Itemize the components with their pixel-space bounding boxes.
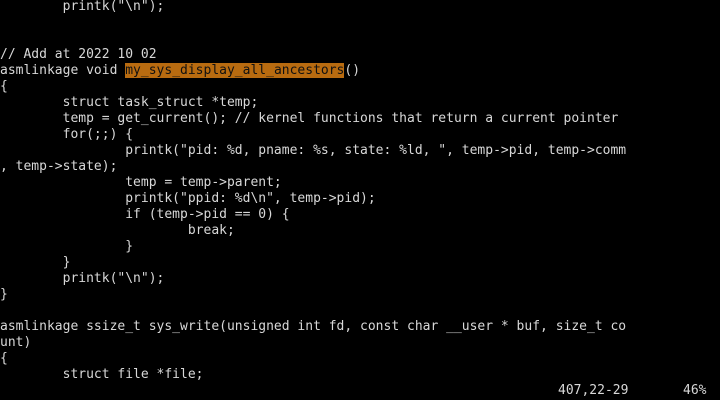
code-line: for(;;) { bbox=[0, 127, 134, 142]
code-line: } bbox=[0, 287, 8, 302]
code-line: temp = temp->parent; bbox=[0, 175, 282, 190]
code-line: } bbox=[0, 239, 134, 254]
vim-status-line: 407,22-29 46% bbox=[0, 383, 720, 399]
code-line: { bbox=[0, 79, 8, 94]
code-line: printk("ppid: %d\n", temp->pid); bbox=[0, 191, 376, 206]
code-line: printk("pid: %d, pname: %s, state: %ld, … bbox=[0, 143, 627, 158]
code-line: unt) bbox=[0, 335, 32, 350]
code-line: struct file *file; bbox=[0, 367, 204, 382]
code-line: printk("\n"); bbox=[0, 271, 165, 286]
vim-terminal[interactable]: printk("\n"); // Add at 2022 10 02 asmli… bbox=[0, 0, 720, 400]
code-line: printk("\n"); bbox=[0, 0, 165, 14]
code-line: } bbox=[0, 255, 71, 270]
code-text: asmlinkage void bbox=[0, 63, 126, 78]
code-line: // Add at 2022 10 02 bbox=[0, 47, 157, 62]
code-text: () bbox=[344, 63, 361, 78]
code-line: break; bbox=[0, 223, 235, 238]
code-line-function-signature: asmlinkage void my_sys_display_all_ances… bbox=[0, 63, 720, 79]
code-line: asmlinkage ssize_t sys_write(unsigned in… bbox=[0, 319, 627, 334]
search-match-highlight: my_sys_display_all_ancestors bbox=[125, 63, 345, 78]
code-line: if (temp->pid == 0) { bbox=[0, 207, 290, 222]
cursor-position: 407,22-29 bbox=[558, 383, 629, 398]
code-line: { bbox=[0, 351, 8, 366]
code-line: temp = get_current(); // kernel function… bbox=[0, 111, 619, 126]
code-line: , temp->state); bbox=[0, 159, 118, 174]
file-percent: 46% bbox=[683, 383, 707, 398]
code-line: struct task_struct *temp; bbox=[0, 95, 259, 110]
